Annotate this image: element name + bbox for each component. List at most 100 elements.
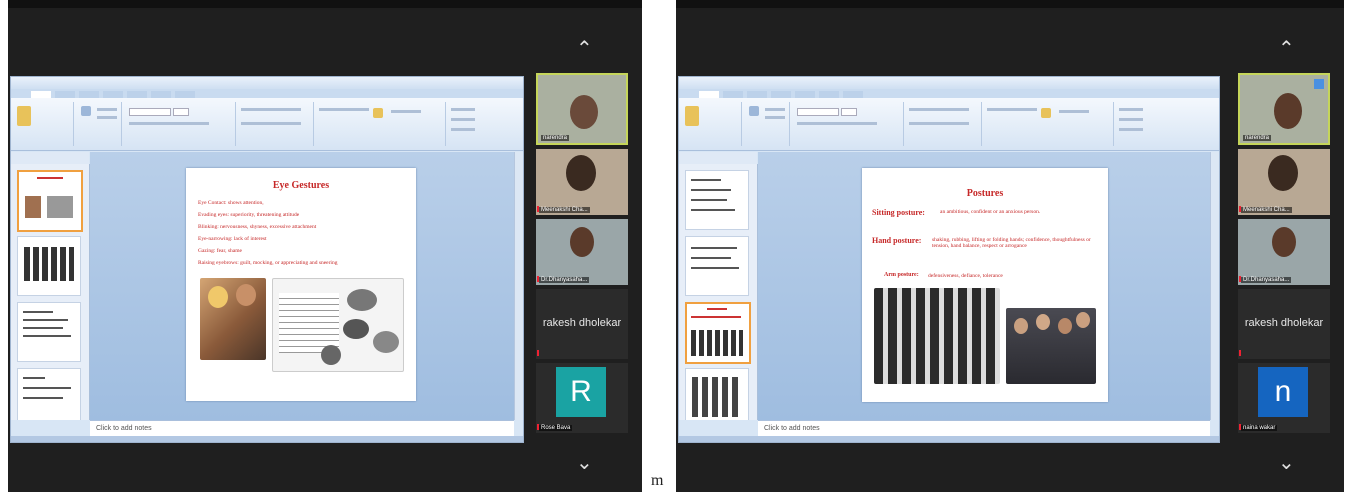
ribbon [11, 98, 523, 151]
tab-insert[interactable] [55, 91, 75, 98]
couple-photo [200, 278, 266, 360]
participant-avatar: R [556, 367, 606, 417]
tab-design[interactable] [79, 91, 99, 98]
slide-text-line: shaking, rubbing, lifting or folding han… [932, 237, 1091, 249]
participant-name-large: rakesh dholekar [1244, 317, 1324, 329]
notes-pane[interactable]: Click to add notes [758, 420, 1210, 436]
chevron-down-icon[interactable]: ⌄ [576, 450, 593, 475]
participant-tile-active-speaker[interactable]: narendra [536, 73, 628, 145]
slide-text-line: an ambitious, confident or an anxious pe… [940, 209, 1041, 215]
slide-thumbnail[interactable] [17, 236, 81, 296]
slide-thumbnail-selected[interactable] [685, 302, 751, 364]
select-button[interactable] [451, 128, 475, 131]
tab-animations[interactable] [103, 91, 123, 98]
participant-avatar: n [1258, 367, 1308, 417]
tab-review[interactable] [151, 91, 171, 98]
ribbon-group-slides [75, 102, 122, 146]
tab-home[interactable] [699, 91, 719, 98]
slide-text-line: Raising eyebrows: guilt, mocking, or app… [198, 260, 338, 266]
participant-tile[interactable]: rakesh dholekar [536, 289, 628, 359]
participant-tile[interactable]: rakesh dholekar [1238, 289, 1330, 359]
participant-tile[interactable]: Meenakshi Cha... [536, 149, 628, 215]
slide-title: Eye Gestures [272, 180, 330, 191]
slide[interactable]: Eye Gestures Eye Contact: shows attentio… [186, 168, 416, 401]
participant-name: Dr.Dhanyasaha... [539, 277, 590, 283]
participant-name: Meenakshi Cha... [1241, 207, 1292, 213]
find-button[interactable] [1119, 108, 1143, 111]
ribbon-group-paragraph [237, 102, 314, 146]
slides-outline-tabs[interactable] [679, 152, 757, 164]
slide-thumbnail[interactable] [17, 302, 81, 362]
tab-view[interactable] [175, 91, 195, 98]
participant-tile[interactable]: Dr.Dhanyasaha... [1238, 219, 1330, 285]
slide-canvas: Postures Sitting posture: an ambitious, … [758, 152, 1210, 420]
participant-name: Dr.Dhanyasaha... [1241, 277, 1292, 283]
chevron-down-icon[interactable]: ⌄ [1278, 450, 1295, 475]
slide-text-heading: Arm posture: [884, 272, 919, 278]
tab-home[interactable] [31, 91, 51, 98]
ribbon-group-paragraph [905, 102, 982, 146]
ribbon-tabs [679, 89, 1219, 98]
status-bar [11, 436, 523, 442]
ribbon-group-drawing [315, 102, 446, 146]
ribbon [679, 98, 1219, 151]
select-button[interactable] [1119, 128, 1143, 131]
pin-icon[interactable] [1314, 79, 1324, 89]
vertical-scrollbar[interactable] [514, 152, 523, 420]
participant-name-large: rakesh dholekar [542, 317, 622, 329]
participant-name: narendra [541, 135, 570, 141]
replace-button[interactable] [451, 118, 475, 121]
window-titlebar [11, 77, 523, 89]
slide-thumbnail[interactable] [685, 170, 749, 230]
window-titlebar [679, 77, 1219, 89]
business-people-photo [1006, 308, 1096, 384]
slide-text-line: Evading eyes: superiority, threatening a… [198, 212, 300, 218]
participant-name: naina wakar [1241, 425, 1278, 431]
participant-name: Rose Bava [539, 425, 573, 431]
participant-tile[interactable]: R Rose Bava [536, 363, 628, 433]
slide-text-heading: Sitting posture: [872, 208, 925, 217]
powerpoint-window: Eye Gestures Eye Contact: shows attentio… [10, 76, 524, 443]
tab-animations[interactable] [771, 91, 791, 98]
vertical-scrollbar[interactable] [1210, 152, 1219, 420]
ribbon-group-slides [743, 102, 790, 146]
screen-share-panel-left: ⌃ ⌄ Eye Gestures Eye Contact: shows atte… [8, 0, 642, 492]
tab-slide-show[interactable] [795, 91, 815, 98]
tab-review[interactable] [819, 91, 839, 98]
tab-insert[interactable] [723, 91, 743, 98]
participant-tile[interactable]: Meenakshi Cha... [1238, 149, 1330, 215]
tab-slide-show[interactable] [127, 91, 147, 98]
slide-thumbnail-selected[interactable] [17, 170, 83, 232]
participant-name: Meenakshi Cha... [539, 207, 590, 213]
participant-tile-active-speaker[interactable]: narendra [1238, 73, 1330, 145]
slide-thumbnail[interactable] [685, 368, 749, 420]
ribbon-group-clipboard [13, 102, 74, 146]
postures-illustration [874, 288, 1000, 384]
ribbon-group-font [123, 102, 236, 146]
slide-text-heading: Hand posture: [872, 236, 922, 245]
tab-view[interactable] [843, 91, 863, 98]
slide-thumbnail[interactable] [17, 368, 81, 420]
slide-thumbnail[interactable] [685, 236, 749, 296]
slide-text-line: Blinking: nervousness, shyness, excessiv… [198, 224, 317, 230]
slide-text-line: Eye Contact: shows attention, [198, 200, 264, 206]
separator-text: m [651, 472, 664, 489]
eyes-collage-image [272, 278, 404, 372]
slide-text-line: defensiveness, defiance, tolerance [928, 273, 1003, 279]
ribbon-group-font [791, 102, 904, 146]
chevron-up-icon[interactable]: ⌃ [1278, 36, 1295, 61]
find-button[interactable] [451, 108, 475, 111]
tab-design[interactable] [747, 91, 767, 98]
slide-canvas: Eye Gestures Eye Contact: shows attentio… [90, 152, 514, 420]
chevron-up-icon[interactable]: ⌃ [576, 36, 593, 61]
ribbon-group-clipboard [681, 102, 742, 146]
slide[interactable]: Postures Sitting posture: an ambitious, … [862, 168, 1108, 402]
ribbon-tabs [11, 89, 523, 98]
notes-pane[interactable]: Click to add notes [90, 420, 514, 436]
participant-tile[interactable]: Dr.Dhanyasaha... [536, 219, 628, 285]
participant-tile[interactable]: n naina wakar [1238, 363, 1330, 433]
slides-outline-tabs[interactable] [11, 152, 89, 164]
replace-button[interactable] [1119, 118, 1143, 121]
mic-muted-icon [1239, 350, 1241, 356]
screen-share-panel-right: ⌃ ⌄ Postures Sitting posture: an ambitio… [676, 0, 1344, 492]
